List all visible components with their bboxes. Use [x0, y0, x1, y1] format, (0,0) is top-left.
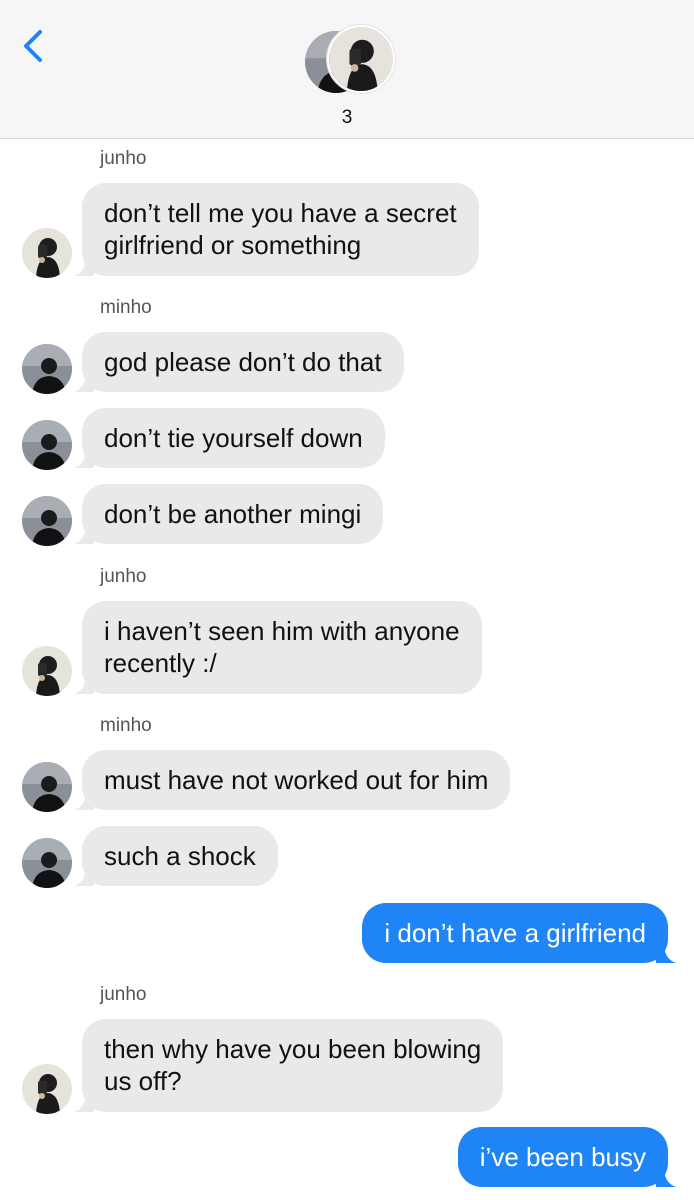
sender-name: junho	[100, 984, 147, 1005]
message-text-line: then why have you been blowing	[104, 1034, 482, 1064]
message-text-line: recently :/	[104, 648, 217, 678]
junho-avatar[interactable]	[22, 1064, 72, 1114]
incoming-message-bubble[interactable]: such a shock	[82, 826, 278, 886]
message-text-line: don’t tell me you have a secret	[104, 198, 457, 228]
minho-avatar[interactable]	[22, 838, 72, 888]
bubble-tail	[74, 1092, 94, 1112]
incoming-message-bubble[interactable]: don’t tell me you have a secret girlfrien…	[82, 183, 479, 276]
bubble-tail	[74, 372, 94, 392]
sender-name: junho	[100, 566, 147, 587]
incoming-message-bubble[interactable]: don’t be another mingi	[82, 484, 384, 544]
incoming-message-bubble[interactable]: then why have you been blowing us off?	[82, 1019, 504, 1112]
message-text-line: i don’t have a girlfriend	[384, 918, 646, 948]
incoming-message-bubble[interactable]: don’t tie yourself down	[82, 408, 385, 468]
incoming-message-bubble[interactable]: god please don’t do that	[82, 332, 404, 392]
bubble-tail	[74, 448, 94, 468]
minho-avatar[interactable]	[22, 344, 72, 394]
message-text-line: girlfriend or something	[104, 230, 362, 260]
message-text-line: such a shock	[104, 841, 256, 871]
outgoing-message-bubble[interactable]: i don’t have a girlfriend	[362, 903, 668, 963]
group-avatar[interactable]	[303, 25, 395, 97]
bubble-tail	[74, 674, 94, 694]
conversation-header: 3	[0, 0, 694, 139]
minho-avatar[interactable]	[22, 762, 72, 812]
message-text-line: us off?	[104, 1066, 182, 1096]
message-text-line: must have not worked out for him	[104, 765, 489, 795]
outgoing-message-bubble[interactable]: i’ve been busy	[457, 1127, 668, 1187]
chevron-left-icon[interactable]	[14, 26, 54, 66]
participant-count: 3	[341, 107, 353, 128]
incoming-message-bubble[interactable]: must have not worked out for him	[82, 750, 511, 810]
bubble-tail	[74, 256, 94, 276]
sender-name: junho	[100, 148, 147, 169]
message-text-line: i’ve been busy	[479, 1142, 646, 1172]
sender-name: minho	[100, 297, 152, 318]
message-text-line: don’t tie yourself down	[104, 423, 363, 453]
junho-avatar	[327, 25, 395, 93]
junho-avatar[interactable]	[22, 646, 72, 696]
bubble-tail	[74, 866, 94, 886]
incoming-message-bubble[interactable]: i haven’t seen him with anyone recently :…	[82, 601, 482, 694]
junho-avatar[interactable]	[22, 228, 72, 278]
message-text-line: don’t be another mingi	[104, 499, 362, 529]
bubble-tail	[74, 790, 94, 810]
bubble-tail	[74, 524, 94, 544]
sender-name: minho	[100, 715, 152, 736]
bubble-tail	[656, 1167, 676, 1187]
message-text-line: god please don’t do that	[104, 347, 382, 377]
minho-avatar[interactable]	[22, 420, 72, 470]
minho-avatar[interactable]	[22, 496, 72, 546]
bubble-tail	[656, 943, 676, 963]
message-text-line: i haven’t seen him with anyone	[104, 616, 460, 646]
